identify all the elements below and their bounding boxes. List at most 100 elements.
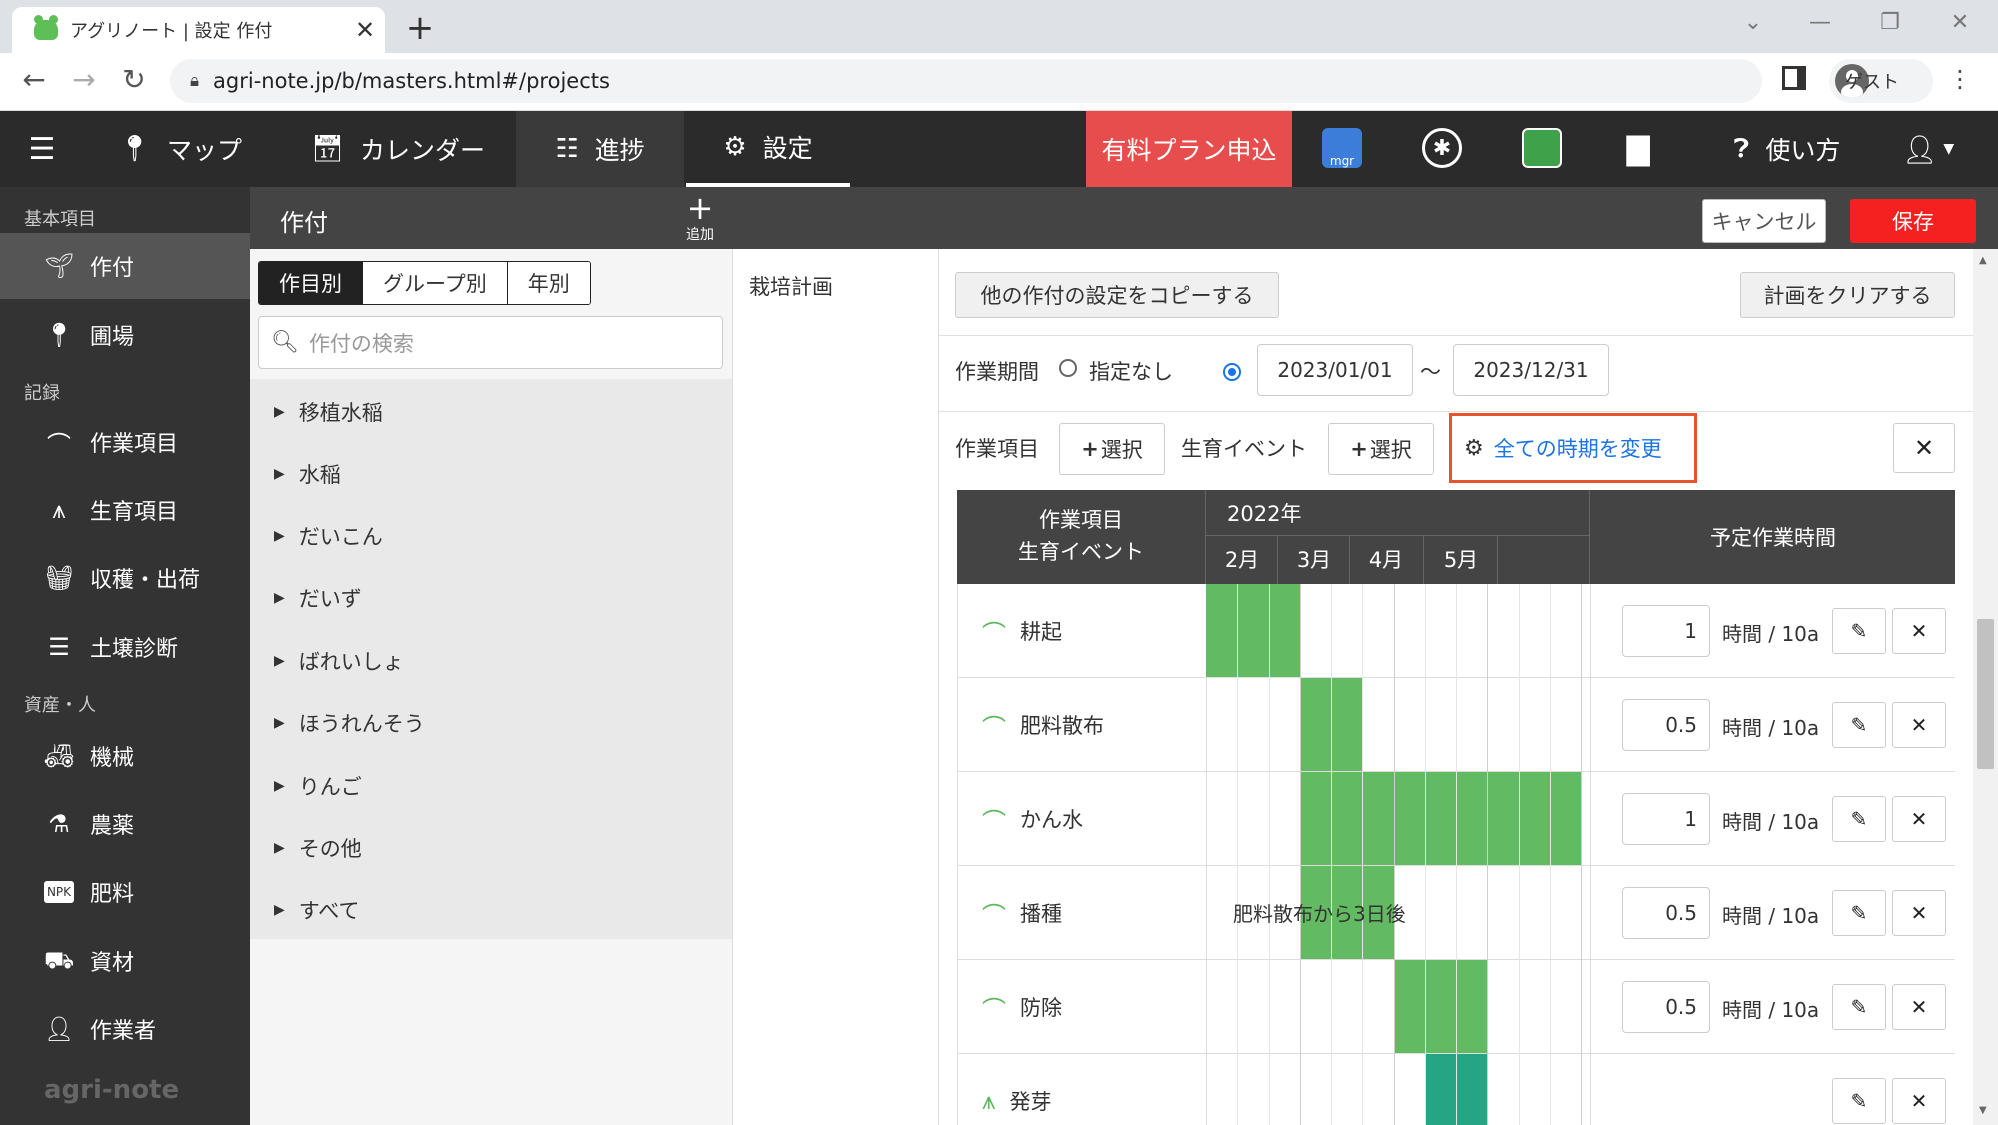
- segment-by-year[interactable]: 年別: [507, 262, 590, 304]
- crop-search-input[interactable]: 🔍︎ 作付の検索: [258, 316, 723, 369]
- crop-group-item[interactable]: ▶ 移植水稲: [274, 397, 383, 427]
- nav-settings[interactable]: ⚙ 設定: [686, 111, 850, 187]
- scroll-up-icon[interactable]: ▲: [1979, 255, 1987, 266]
- view-segmented-control: 作目別 グループ別 年別: [258, 261, 591, 305]
- asterisk-app-icon[interactable]: ✱: [1422, 128, 1462, 168]
- restore-icon[interactable]: ❐: [1870, 10, 1910, 35]
- sidebar-item-workers[interactable]: 👤︎ 作業者: [0, 996, 250, 1062]
- minimize-icon[interactable]: —: [1800, 10, 1840, 35]
- chat-icon[interactable]: ▇: [1618, 111, 1658, 187]
- delete-row-button[interactable]: ✕: [1892, 608, 1946, 654]
- sidebar-item-crops[interactable]: 🌱︎ 作付: [0, 233, 250, 299]
- edit-pencil-button[interactable]: ✎: [1832, 890, 1886, 936]
- crop-group-item[interactable]: ▶ ほうれんそう: [274, 708, 425, 738]
- edit-pencil-button[interactable]: ✎: [1832, 796, 1886, 842]
- tab-close-icon[interactable]: ✕: [345, 16, 385, 44]
- person-icon: 👤︎: [44, 1015, 75, 1043]
- cultivation-plan-label[interactable]: 栽培計画: [749, 271, 833, 301]
- hours-input[interactable]: 0.5: [1622, 699, 1710, 751]
- sidebar-item-fertilizers[interactable]: NPK 肥料: [0, 859, 250, 925]
- delete-row-button[interactable]: ✕: [1892, 1078, 1946, 1124]
- delete-row-button[interactable]: ✕: [1892, 890, 1946, 936]
- schedule-bar[interactable]: [1394, 960, 1487, 1053]
- side-panel-icon[interactable]: [1782, 66, 1806, 90]
- window-close-icon[interactable]: ✕: [1940, 10, 1980, 35]
- tab-search-icon[interactable]: ⌄: [1733, 10, 1773, 35]
- sidebar-item-tasks[interactable]: ⌒ 作業項目: [0, 409, 250, 475]
- scroll-down-icon[interactable]: ▼: [1979, 1105, 1987, 1116]
- nav-calendar[interactable]: 📅︎ カレンダー: [290, 111, 506, 187]
- save-button[interactable]: 保存: [1850, 199, 1976, 243]
- hours-input[interactable]: 1: [1622, 605, 1710, 657]
- nav-map[interactable]: 📍︎ マップ: [100, 111, 260, 187]
- flask-icon: ⚗: [48, 810, 70, 838]
- sidebar-item-growth[interactable]: ⩚ 生育項目: [0, 477, 250, 543]
- close-x-button[interactable]: ✕: [1893, 423, 1955, 473]
- divider: [939, 411, 1974, 412]
- notebook-app-icon[interactable]: [1522, 128, 1562, 168]
- hours-unit: 時間 / 10a: [1722, 716, 1820, 740]
- add-button[interactable]: + 追加: [682, 192, 718, 244]
- nav-help[interactable]: ❓︎ 使い方: [1712, 111, 1862, 187]
- menu-toggle-icon[interactable]: ☰: [20, 111, 64, 187]
- edit-pencil-button[interactable]: ✎: [1832, 984, 1886, 1030]
- reload-icon[interactable]: ↻: [114, 63, 154, 96]
- gear-icon: ⚙: [723, 132, 747, 162]
- edit-pencil-button[interactable]: ✎: [1832, 702, 1886, 748]
- sidebar-item-fields[interactable]: 📍︎ 圃場: [0, 302, 250, 368]
- crop-group-item[interactable]: ▶ すべて: [274, 895, 359, 925]
- start-date-input[interactable]: 2023/01/01: [1257, 344, 1413, 396]
- browser-menu-icon[interactable]: ⋮: [1948, 65, 1972, 93]
- crop-group-item[interactable]: ▶ りんご: [274, 771, 362, 801]
- schedule-bar[interactable]: [1206, 584, 1300, 677]
- mgr-app-icon[interactable]: mgr: [1322, 128, 1362, 168]
- browser-tab[interactable]: アグリノート | 設定 作付 ✕: [12, 7, 385, 53]
- paid-plan-button[interactable]: 有料プラン申込: [1086, 111, 1292, 187]
- hours-unit: 時間 / 10a: [1722, 904, 1820, 928]
- period-none-radio[interactable]: [1059, 359, 1077, 377]
- task-name-cell: ⩚ 発芽: [982, 1087, 1052, 1115]
- crop-group-item[interactable]: ▶ だいず: [274, 583, 362, 613]
- edit-pencil-button[interactable]: ✎: [1832, 1078, 1886, 1124]
- segment-by-group[interactable]: グループ別: [363, 262, 508, 304]
- crop-group-item[interactable]: ▶ その他: [274, 833, 362, 863]
- clear-plan-button[interactable]: 計画をクリアする: [1740, 272, 1955, 318]
- sidebar-item-materials[interactable]: ⛟ 資材: [0, 928, 250, 994]
- crop-group-item[interactable]: ▶ 水稲: [274, 459, 341, 489]
- end-date-input[interactable]: 2023/12/31: [1453, 344, 1609, 396]
- delete-row-button[interactable]: ✕: [1892, 984, 1946, 1030]
- profile-button[interactable]: ゲスト: [1829, 59, 1933, 103]
- schedule-bar[interactable]: [1300, 772, 1581, 865]
- new-tab-button[interactable]: +: [398, 8, 442, 48]
- change-all-periods-button[interactable]: ⚙ 全ての時期を変更: [1449, 413, 1697, 483]
- select-event-button[interactable]: + 選択: [1328, 423, 1434, 475]
- edit-pencil-button[interactable]: ✎: [1832, 608, 1886, 654]
- crop-group-item[interactable]: ▶ ばれいしょ: [274, 646, 404, 676]
- table-row: ⌒ かん水 1 時間 / 10a ✎ ✕: [958, 772, 1955, 866]
- delete-row-button[interactable]: ✕: [1892, 702, 1946, 748]
- copy-settings-button[interactable]: 他の作付の設定をコピーする: [955, 272, 1279, 318]
- hours-input[interactable]: 1: [1622, 793, 1710, 845]
- basket-icon: 🧺︎: [44, 564, 75, 592]
- hours-input[interactable]: 0.5: [1622, 887, 1710, 939]
- segment-by-crop[interactable]: 作目別: [259, 262, 363, 304]
- sidebar-item-machines[interactable]: 🚜︎ 機械: [0, 723, 250, 789]
- hours-input[interactable]: 0.5: [1622, 981, 1710, 1033]
- divider: [939, 335, 1974, 336]
- sidebar-item-pesticides[interactable]: ⚗ 農薬: [0, 791, 250, 857]
- user-menu-icon[interactable]: 👤︎ ▼: [1900, 111, 1956, 187]
- sidebar-item-harvest[interactable]: 🧺︎ 収穫・出荷: [0, 545, 250, 611]
- omnibox[interactable]: 🔒︎ agri-note.jp/b/masters.html#/projects: [170, 59, 1762, 103]
- tractor-icon: 🚜︎: [44, 742, 75, 770]
- select-task-button[interactable]: + 選択: [1059, 423, 1165, 475]
- cancel-button[interactable]: キャンセル: [1702, 199, 1826, 243]
- forward-icon[interactable]: →: [64, 63, 104, 96]
- delete-row-button[interactable]: ✕: [1892, 796, 1946, 842]
- nav-progress[interactable]: ☷ 進捗: [516, 111, 684, 187]
- crop-group-item[interactable]: ▶ だいこん: [274, 521, 383, 551]
- vertical-scrollbar[interactable]: ▲ ▼: [1973, 249, 1998, 1125]
- period-range-radio[interactable]: [1223, 363, 1241, 381]
- scrollbar-thumb[interactable]: [1977, 619, 1994, 769]
- sidebar-item-soil[interactable]: ☰ 土壌診断: [0, 614, 250, 680]
- back-icon[interactable]: ←: [14, 63, 54, 96]
